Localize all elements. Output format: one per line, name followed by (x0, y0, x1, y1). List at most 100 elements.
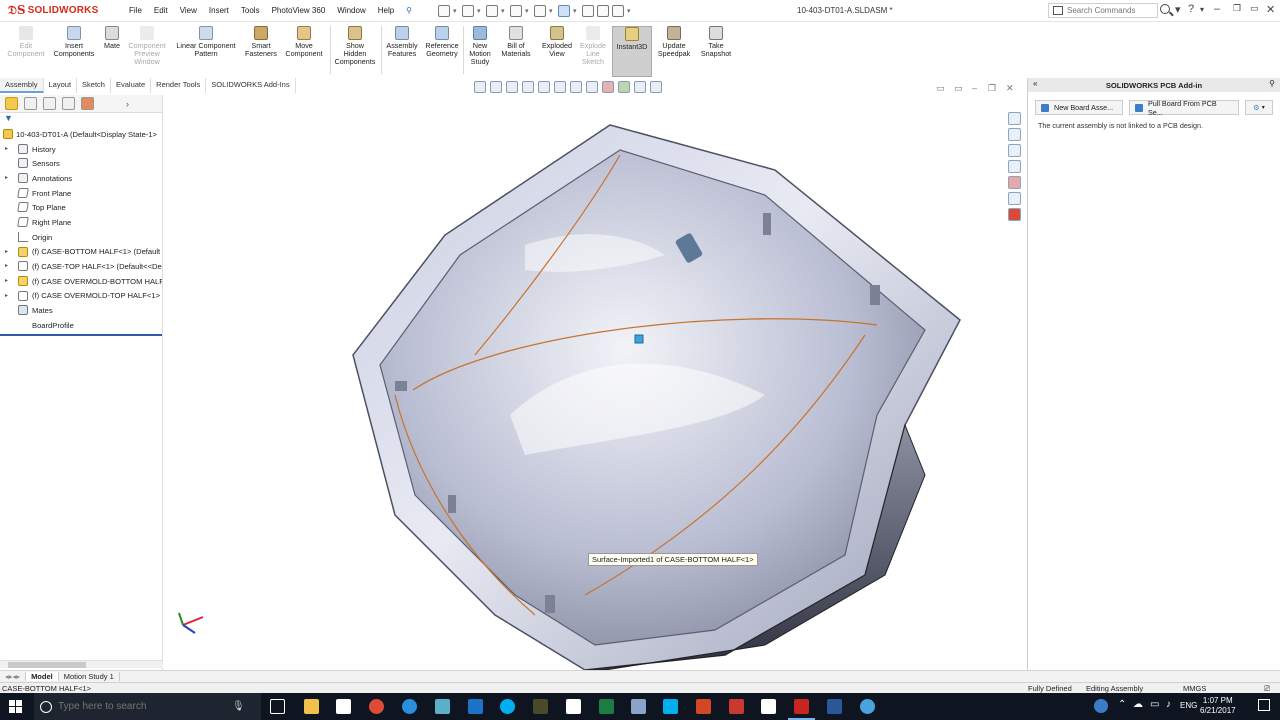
tree-item-annotations[interactable]: ▸ Annotations (0, 171, 162, 186)
skype-business-icon[interactable] (663, 699, 678, 714)
task-view-icon[interactable] (270, 699, 285, 714)
update-speedpak-button[interactable]: Update Speedpak (654, 26, 694, 58)
explode-line-sketch-button[interactable]: Explode Line Sketch (576, 26, 610, 66)
file-explorer-icon[interactable] (1008, 144, 1021, 157)
dynamic-annotation-icon[interactable] (538, 81, 550, 93)
help-dropdown-icon[interactable]: ▾ (1200, 5, 1204, 14)
take-snapshot-button[interactable]: Take Snapshot (696, 26, 736, 58)
viewport-restore-icon[interactable]: ❐ (988, 83, 996, 94)
minimize-icon[interactable]: – (1214, 3, 1220, 15)
clock[interactable]: 1:07 PM 6/21/2017 (1200, 696, 1236, 716)
tab-layout[interactable]: Layout (44, 78, 78, 93)
search-dropdown-icon[interactable]: ▾ (1175, 3, 1181, 16)
tree-item-right-plane[interactable]: Right Plane (0, 215, 162, 230)
expand-arrow-icon[interactable]: ▸ (5, 277, 8, 284)
exploded-view-button[interactable]: Exploded View (538, 26, 576, 58)
print-icon[interactable] (510, 4, 523, 17)
menu-insert[interactable]: Insert (203, 6, 235, 15)
expand-arrow-icon[interactable]: ▸ (5, 262, 8, 269)
home-icon[interactable] (1008, 112, 1021, 125)
scroll-thumb[interactable] (8, 662, 86, 668)
action-center-icon[interactable] (1258, 699, 1270, 711)
collapse-pane-icon[interactable]: « (1033, 79, 1037, 88)
status-units[interactable]: MMGS (1183, 684, 1206, 693)
model-view[interactable] (165, 95, 1023, 670)
word-icon[interactable] (827, 699, 842, 714)
display-style-icon[interactable] (570, 81, 582, 93)
assembly-features-button[interactable]: Assembly Features (383, 26, 421, 58)
snowflake-app-icon[interactable] (860, 699, 875, 714)
component-preview-button[interactable]: Component Preview Window (124, 26, 170, 66)
mate-button[interactable]: Mate (100, 26, 124, 50)
excel-icon[interactable] (599, 699, 614, 714)
display-manager-tab-icon[interactable] (81, 97, 94, 110)
powerpoint-icon[interactable] (696, 699, 711, 714)
design-library-icon[interactable] (1008, 128, 1021, 141)
expand-arrow-icon[interactable]: ▸ (5, 248, 8, 255)
microphone-icon[interactable]: 🎙 (232, 701, 245, 712)
apply-scene-icon[interactable] (618, 81, 630, 93)
pin-icon[interactable]: ⚲ (400, 6, 418, 15)
restore-down-icon[interactable]: ▭ (1250, 3, 1259, 14)
tab-scroll-arrows-icon[interactable]: ◂▸◂▸ (0, 672, 27, 681)
bill-of-materials-button[interactable]: Bill of Materials (498, 26, 534, 58)
menu-photoview[interactable]: PhotoView 360 (266, 6, 332, 15)
network-icon[interactable]: ▭ (1150, 699, 1159, 710)
graphics-area[interactable]: Surface-Imported1 of CASE-BOTTOM HALF<1> (165, 95, 1023, 670)
menu-window[interactable]: Window (331, 6, 371, 15)
altium-icon[interactable] (729, 699, 744, 714)
store-icon[interactable] (336, 699, 351, 714)
kodi-icon[interactable] (435, 699, 450, 714)
zoom-to-area-icon[interactable] (490, 81, 502, 93)
edit-appearance-icon[interactable] (602, 81, 614, 93)
tree-root[interactable]: 10-403-DT01-A (Default<Display State-1> (0, 127, 162, 142)
tab-model[interactable]: Model (26, 672, 59, 681)
menu-view[interactable]: View (174, 6, 203, 15)
smart-fasteners-button[interactable]: Smart Fasteners (242, 26, 280, 58)
pcb-addin-icon[interactable] (1008, 208, 1021, 221)
tree-horizontal-scrollbar[interactable] (0, 660, 163, 668)
view-settings-icon[interactable] (634, 81, 646, 93)
windows-start-icon[interactable] (9, 700, 22, 713)
tree-item-origin[interactable]: Origin (0, 230, 162, 245)
view-orientation-icon[interactable] (554, 81, 566, 93)
app-icon[interactable] (533, 699, 548, 714)
file-explorer-taskbar-icon[interactable] (304, 699, 319, 714)
close-icon[interactable]: ✕ (1266, 3, 1275, 16)
dimxpert-tab-icon[interactable] (62, 97, 75, 110)
hide-show-items-icon[interactable] (586, 81, 598, 93)
menu-help[interactable]: Help (372, 6, 400, 15)
tab-evaluate[interactable]: Evaluate (111, 78, 152, 93)
manager-expand-icon[interactable]: › (126, 99, 129, 109)
tab-sketch[interactable]: Sketch (77, 78, 111, 93)
tree-item-case-bottom-half[interactable]: ▸ (f) CASE-BOTTOM HALF<1> (Default (0, 245, 162, 260)
viewport-close-icon[interactable]: ✕ (1006, 83, 1014, 94)
menu-file[interactable]: File (123, 6, 148, 15)
snipping-icon[interactable] (566, 699, 581, 714)
zoom-to-fit-icon[interactable] (474, 81, 486, 93)
move-component-button[interactable]: Move Component (282, 26, 326, 58)
remote-desktop-icon[interactable] (631, 699, 646, 714)
viewport-split-icon[interactable]: ▭ (954, 83, 963, 94)
tree-item-top-plane[interactable]: Top Plane (0, 200, 162, 215)
tree-item-front-plane[interactable]: Front Plane (0, 186, 162, 201)
property-manager-tab-icon[interactable] (24, 97, 37, 110)
language-indicator[interactable]: ENG (1180, 701, 1197, 710)
help-icon[interactable]: ? (1188, 3, 1194, 15)
solidworks-taskbar-icon[interactable] (788, 699, 815, 720)
search-input[interactable] (1067, 6, 1147, 15)
new-motion-study-button[interactable]: New Motion Study (464, 26, 496, 66)
expand-arrow-icon[interactable]: ▸ (5, 145, 8, 152)
viewport-minimize-icon[interactable]: – (972, 83, 977, 93)
tree-item-board-profile[interactable]: BoardProfile (0, 318, 162, 333)
new-document-icon[interactable] (438, 4, 451, 17)
tree-item-history[interactable]: ▸ History (0, 142, 162, 157)
undo-icon[interactable] (534, 4, 547, 17)
monitor-icon[interactable] (761, 699, 776, 714)
select-icon[interactable] (558, 4, 571, 17)
settings-button[interactable]: ⚙ ▾ (1245, 100, 1273, 115)
cloud-icon[interactable]: ☁ (1133, 699, 1143, 710)
edge-icon[interactable] (402, 699, 417, 714)
instant3d-button[interactable]: Instant3D (612, 26, 652, 77)
previous-view-icon[interactable] (506, 81, 518, 93)
